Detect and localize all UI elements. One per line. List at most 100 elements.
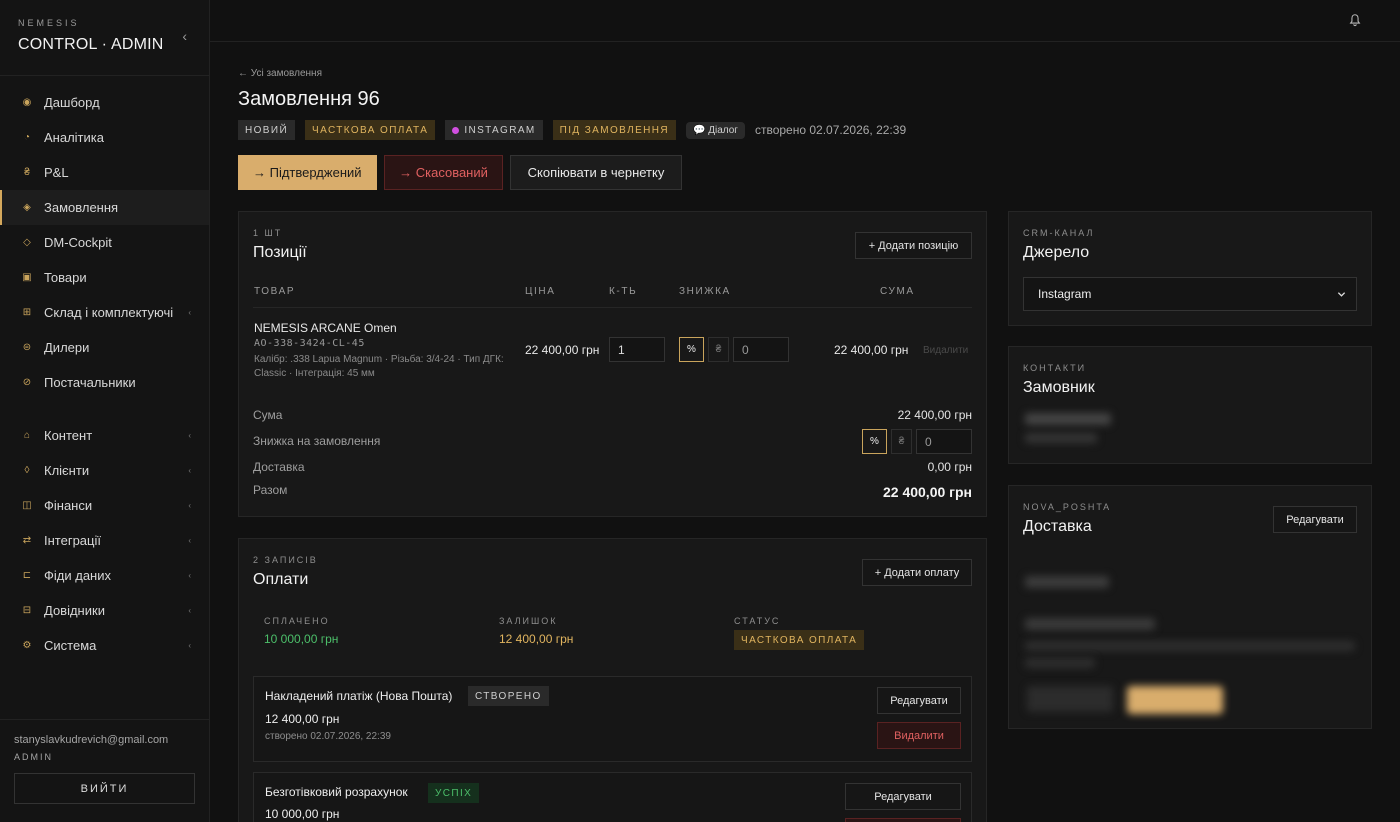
item-discount-input[interactable]: 0 bbox=[733, 337, 789, 362]
delete-item-link[interactable]: Видалити bbox=[923, 345, 968, 356]
redacted-delivery-button bbox=[1127, 686, 1223, 714]
delete-payment-button[interactable]: Видалити bbox=[877, 722, 961, 749]
box-icon: ▣ bbox=[22, 272, 32, 283]
sidebar-item-integrations[interactable]: ⇄ Інтеграції ‹ bbox=[0, 523, 209, 558]
references-icon: ⊟ bbox=[22, 605, 32, 616]
redacted-delivery-info bbox=[1025, 618, 1155, 630]
sidebar-item-products[interactable]: ▣ Товари bbox=[0, 260, 209, 295]
delivery-title: Доставка bbox=[1023, 518, 1092, 535]
positions-header: 1 ШТ Позиції bbox=[253, 228, 307, 262]
sidebar-item-label: Фіди даних bbox=[44, 568, 111, 583]
payment-name: Накладений платіж (Нова Пошта) bbox=[265, 689, 453, 703]
status-badge-new: НОВИЙ bbox=[238, 120, 296, 140]
nav-separator bbox=[0, 400, 209, 418]
payments-header: 2 ЗАПИСІВ Оплати bbox=[253, 555, 318, 589]
sidebar-item-label: P&L bbox=[44, 165, 69, 180]
topbar bbox=[210, 0, 1400, 42]
item-sum: 22 400,00 грн bbox=[834, 343, 909, 357]
created-date: створено 02.07.2026, 22:39 bbox=[754, 123, 907, 137]
sidebar-item-label: Довідники bbox=[44, 603, 105, 618]
source-header: CRM-КАНАЛ Джерело bbox=[1023, 228, 1094, 262]
payment-name: Безготівковий розрахунок bbox=[265, 785, 408, 799]
integrations-icon: ⇄ bbox=[22, 535, 32, 546]
sidebar-item-label: Система bbox=[44, 638, 97, 653]
redacted-delivery-info bbox=[1025, 641, 1355, 651]
source-select[interactable]: Instagram bbox=[1023, 277, 1357, 311]
copy-to-draft-button[interactable]: Скопіювати в чернетку bbox=[510, 155, 682, 190]
sidebar-item-orders[interactable]: ◈ Замовлення bbox=[0, 190, 209, 225]
order-discount-currency-toggle[interactable]: ₴ bbox=[891, 429, 912, 454]
contacts-header: КОНТАКТИ Замовник bbox=[1023, 363, 1095, 397]
sidebar-item-content[interactable]: ⌂ Контент ‹ bbox=[0, 418, 209, 453]
sidebar-item-warehouse[interactable]: ⊞ Склад і комплектуючі ‹ bbox=[0, 295, 209, 330]
chevron-icon: ‹ bbox=[188, 606, 191, 615]
product-attrs: Калібр: .338 Lapua Magnum · Різьба: 3/4-… bbox=[254, 354, 504, 365]
sidebar-item-finance[interactable]: ◫ Фінанси ‹ bbox=[0, 488, 209, 523]
add-position-button[interactable]: + Додати позицію bbox=[855, 232, 972, 259]
user-email: stanyslavkudrevich@gmail.com bbox=[14, 734, 169, 746]
edit-delivery-button[interactable]: Редагувати bbox=[1273, 506, 1357, 533]
payment-status-badge: ЧАСТКОВА ОПЛАТА bbox=[734, 630, 865, 650]
sidebar-item-label: Клієнти bbox=[44, 463, 90, 478]
redacted-customer-info bbox=[1025, 413, 1111, 425]
edit-payment-button[interactable]: Редагувати bbox=[845, 783, 961, 810]
sidebar-item-dm-cockpit[interactable]: ◇ DM-Cockpit bbox=[0, 225, 209, 260]
cancel-button[interactable]: → Скасований bbox=[384, 155, 503, 190]
gear-icon: ⚙ bbox=[22, 640, 32, 651]
sidebar-item-system[interactable]: ⚙ Система ‹ bbox=[0, 628, 209, 663]
col-product: ТОВАР bbox=[254, 286, 296, 297]
chevron-icon: ‹ bbox=[188, 308, 191, 317]
order-discount-input[interactable]: 0 bbox=[916, 429, 972, 454]
payment-amount: 12 400,00 грн bbox=[265, 712, 340, 726]
edit-payment-button[interactable]: Редагувати bbox=[877, 687, 961, 714]
positions-title: Позиції bbox=[253, 244, 307, 261]
discount-percent-toggle[interactable]: % bbox=[679, 337, 704, 362]
collapse-sidebar-icon[interactable]: ‹ bbox=[182, 28, 187, 44]
source-title: Джерело bbox=[1023, 244, 1090, 261]
user-role: ADMIN bbox=[14, 752, 53, 762]
chevron-icon: ‹ bbox=[188, 571, 191, 580]
chevron-icon: ‹ bbox=[188, 501, 191, 510]
chevron-icon: ‹ bbox=[188, 641, 191, 650]
sidebar-item-analytics[interactable]: ◔ Аналітика bbox=[0, 120, 209, 155]
rest-label: ЗАЛИШОК bbox=[499, 616, 558, 626]
sidebar-item-pnl[interactable]: ₴ P&L bbox=[0, 155, 209, 190]
sidebar-item-label: Постачальники bbox=[44, 375, 136, 390]
payment-badge: СТВОРЕНО bbox=[468, 686, 549, 706]
feeds-icon: ⊏ bbox=[22, 570, 32, 581]
dialog-button[interactable]: 💬 Діалог bbox=[686, 121, 745, 139]
order-badges: НОВИЙ ЧАСТКОВА ОПЛАТА INSTAGRAM ПІД ЗАМО… bbox=[238, 120, 1400, 140]
grid-icon: ⊞ bbox=[22, 307, 32, 318]
sidebar-item-dealers[interactable]: ⊜ Дилери bbox=[0, 330, 209, 365]
sidebar-item-label: Замовлення bbox=[44, 200, 119, 215]
quantity-input[interactable]: 1 bbox=[609, 337, 665, 362]
page-title: Замовлення 96 bbox=[238, 88, 380, 110]
payments-panel: 2 ЗАПИСІВ Оплати + Додати оплату СПЛАЧЕН… bbox=[238, 538, 987, 822]
bell-icon[interactable] bbox=[1348, 13, 1362, 27]
brand: NEMESIS CONTROL · ADMIN ‹ bbox=[0, 0, 209, 76]
order-discount-percent-toggle[interactable]: % bbox=[862, 429, 887, 454]
sidebar-item-references[interactable]: ⊟ Довідники ‹ bbox=[0, 593, 209, 628]
back-link[interactable]: ← Усі замовлення bbox=[238, 68, 1400, 79]
delivery-value: 0,00 грн bbox=[927, 460, 972, 474]
orders-icon: ◈ bbox=[23, 202, 31, 213]
sidebar-item-suppliers[interactable]: ⊘ Постачальники bbox=[0, 365, 209, 400]
sidebar: NEMESIS CONTROL · ADMIN ‹ ◉ Дашборд ◔ Анал… bbox=[0, 0, 210, 822]
sidebar-item-dashboard[interactable]: ◉ Дашборд bbox=[0, 85, 209, 120]
redacted-delivery-info bbox=[1025, 658, 1095, 668]
dashboard-icon: ◉ bbox=[22, 97, 32, 108]
contacts-eyebrow: КОНТАКТИ bbox=[1023, 363, 1087, 373]
source-select-value: Instagram bbox=[1038, 287, 1092, 301]
add-payment-button[interactable]: + Додати оплату bbox=[862, 559, 972, 586]
logout-button[interactable]: ВИЙТИ bbox=[14, 773, 195, 804]
delivery-panel: NOVA_POSHTA Доставка Редагувати bbox=[1008, 485, 1372, 729]
product-name[interactable]: NEMESIS ARCANE Omen bbox=[254, 321, 397, 335]
sidebar-item-feeds[interactable]: ⊏ Фіди даних ‹ bbox=[0, 558, 209, 593]
delete-payment-button[interactable] bbox=[845, 818, 961, 822]
home-icon: ⌂ bbox=[23, 430, 31, 441]
confirm-button[interactable]: → Підтверджений bbox=[238, 155, 377, 190]
col-discount: ЗНИЖКА bbox=[679, 286, 731, 297]
sidebar-item-clients[interactable]: ◊ Клієнти ‹ bbox=[0, 453, 209, 488]
discount-currency-toggle[interactable]: ₴ bbox=[708, 337, 729, 362]
delivery-eyebrow: NOVA_POSHTA bbox=[1023, 502, 1112, 512]
